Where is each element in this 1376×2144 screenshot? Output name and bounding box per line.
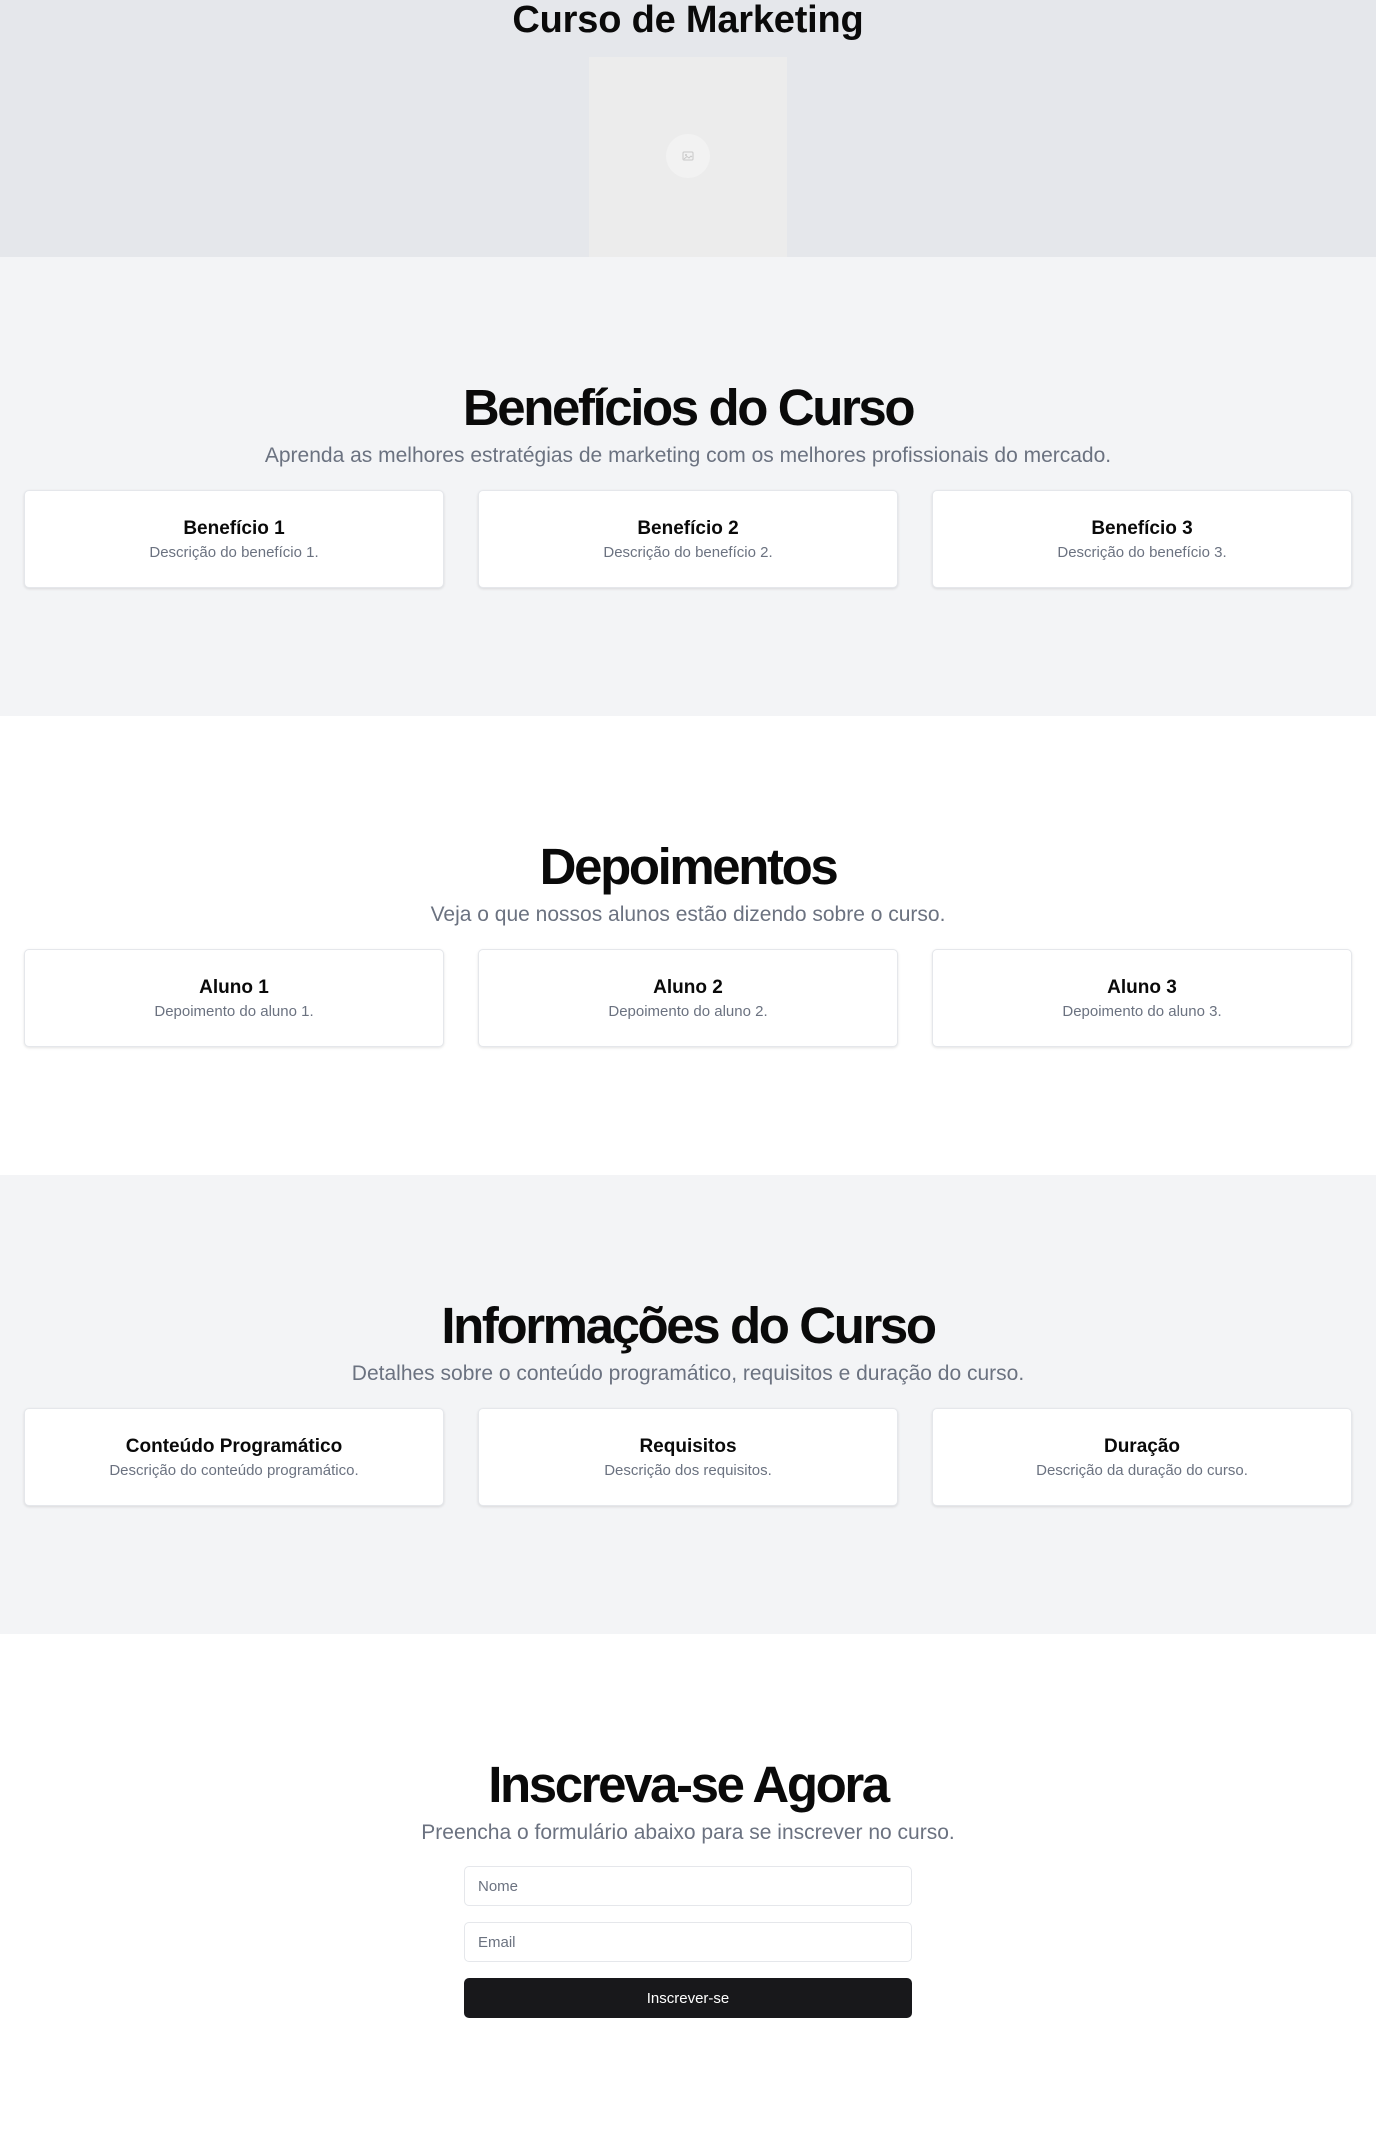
testimonials-subtitle: Veja o que nossos alunos estão dizendo s… [430,903,946,926]
benefit-card-title: Benefício 3 [1091,518,1193,539]
benefit-card: Benefício 1 Descrição do benefício 1. [24,490,444,588]
benefit-card: Benefício 3 Descrição do benefício 3. [932,490,1352,588]
benefits-section: Benefícios do Curso Aprenda as melhores … [0,257,1376,716]
benefit-card-text: Descrição do benefício 2. [603,544,773,561]
signup-section: Inscreva-se Agora Preencha o formulário … [0,1634,1376,2144]
course-info-card-text: Descrição do conteúdo programático. [109,1462,359,1479]
benefit-card-title: Benefício 2 [637,518,739,539]
course-info-card: Conteúdo Programático Descrição do conte… [24,1408,444,1506]
benefit-card-title: Benefício 1 [183,518,285,539]
benefit-card: Benefício 2 Descrição do benefício 2. [478,490,898,588]
subscribe-button[interactable]: Inscrever-se [464,1978,912,2018]
course-info-card: Duração Descrição da duração do curso. [932,1408,1352,1506]
course-info-subtitle: Detalhes sobre o conteúdo programático, … [351,1362,1025,1385]
testimonial-card: Aluno 1 Depoimento do aluno 1. [24,949,444,1047]
name-input[interactable] [464,1866,912,1906]
benefit-card-text: Descrição do benefício 3. [1057,544,1227,561]
testimonials-cards: Aluno 1 Depoimento do aluno 1. Aluno 2 D… [24,949,1352,1047]
course-info-card-title: Duração [1103,1436,1181,1457]
signup-title: Inscreva-se Agora [488,1756,890,1813]
testimonial-card-title: Aluno 2 [653,977,723,998]
course-info-card-text: Descrição dos requisitos. [604,1462,772,1479]
benefits-title: Benefícios do Curso [462,379,916,436]
testimonial-card-title: Aluno 3 [1107,977,1177,998]
hero-section: Curso de Marketing [0,0,1376,257]
course-info-card-title: Requisitos [639,1436,737,1457]
benefit-card-text: Descrição do benefício 1. [149,544,319,561]
benefits-subtitle: Aprenda as melhores estratégias de marke… [264,444,1112,467]
testimonials-title: Depoimentos [539,838,839,895]
hero-image [589,57,787,257]
image-placeholder-icon [666,134,710,178]
signup-subtitle: Preencha o formulário abaixo para se ins… [421,1821,955,1844]
testimonial-card-text: Depoimento do aluno 1. [154,1003,314,1020]
testimonial-card-title: Aluno 1 [199,977,269,998]
testimonial-card: Aluno 3 Depoimento do aluno 3. [932,949,1352,1047]
signup-form: Inscrever-se [464,1866,912,2018]
hero-title: Curso de Marketing [512,0,864,41]
course-info-cards: Conteúdo Programático Descrição do conte… [24,1408,1352,1506]
testimonial-card-text: Depoimento do aluno 2. [608,1003,768,1020]
course-info-card-text: Descrição da duração do curso. [1036,1462,1248,1479]
testimonial-card-text: Depoimento do aluno 3. [1062,1003,1222,1020]
course-info-section: Informações do Curso Detalhes sobre o co… [0,1175,1376,1634]
testimonial-card: Aluno 2 Depoimento do aluno 2. [478,949,898,1047]
course-info-card: Requisitos Descrição dos requisitos. [478,1408,898,1506]
course-info-card-title: Conteúdo Programático [125,1436,343,1457]
course-info-title: Informações do Curso [441,1297,937,1354]
testimonials-section: Depoimentos Veja o que nossos alunos est… [0,716,1376,1175]
benefits-cards: Benefício 1 Descrição do benefício 1. Be… [24,490,1352,588]
email-input[interactable] [464,1922,912,1962]
